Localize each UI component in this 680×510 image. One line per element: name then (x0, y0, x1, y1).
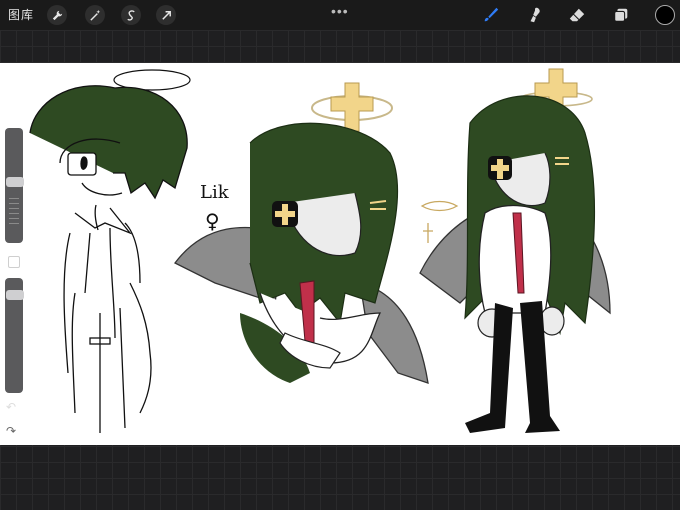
full-body-character (419, 68, 611, 433)
gallery-button[interactable]: 图库 (8, 6, 34, 23)
wrench-icon[interactable] (47, 5, 67, 25)
eraser-icon[interactable] (566, 4, 588, 26)
magic-wand-icon[interactable] (85, 5, 105, 25)
brush-size-thumb[interactable] (6, 177, 24, 187)
drawing-canvas[interactable]: Lik ♀ (0, 63, 680, 445)
smudge-icon[interactable] (524, 4, 546, 26)
redo-icon[interactable]: ↷ (6, 424, 16, 438)
color-picker[interactable] (655, 5, 675, 25)
brush-icon[interactable] (480, 4, 502, 26)
lineart-character (29, 69, 191, 433)
brush-size-slider[interactable] (5, 128, 24, 243)
selection-icon[interactable] (121, 5, 141, 25)
left-sidebar: ↶ ↷ (2, 128, 26, 448)
opacity-slider[interactable] (5, 278, 24, 393)
female-symbol: ♀ (205, 209, 220, 233)
handwritten-note: Lik (200, 182, 230, 203)
modify-button[interactable] (8, 256, 20, 268)
transform-arrow-icon[interactable] (156, 5, 176, 25)
opacity-thumb[interactable] (6, 290, 24, 300)
layers-icon[interactable] (610, 4, 632, 26)
winged-bust-character (174, 82, 429, 384)
undo-icon[interactable]: ↶ (6, 400, 16, 414)
top-toolbar: 图库 ••• (0, 0, 680, 30)
actions-menu-dots[interactable]: ••• (331, 3, 349, 19)
